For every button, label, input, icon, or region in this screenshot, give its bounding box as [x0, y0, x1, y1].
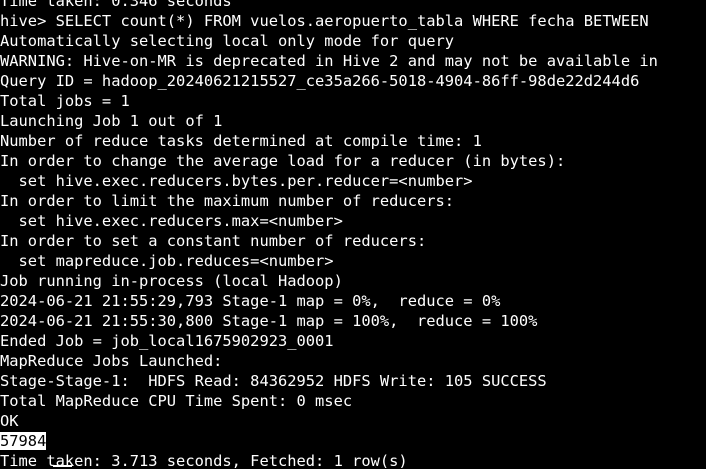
- result-value-selected[interactable]: 57984: [0, 432, 47, 450]
- terminal-line: Ended Job = job_local1675902923_0001: [0, 332, 334, 350]
- hive-query-line: hive> SELECT count(*) FROM vuelos.aeropu…: [0, 12, 649, 30]
- time-taken-line: Time taken: 3.713 seconds, Fetched: 1 ro…: [0, 452, 408, 469]
- terminal-line: Total jobs = 1: [0, 92, 130, 110]
- status-ok-line: OK: [0, 412, 19, 430]
- terminal-line: set hive.exec.reducers.max=<number>: [0, 212, 343, 230]
- result-line: 57984: [0, 431, 706, 451]
- warning-line: WARNING: Hive-on-MR is deprecated in Hiv…: [0, 52, 658, 70]
- terminal-line: Automatically selecting local only mode …: [0, 32, 455, 50]
- query-id-line: Query ID = hadoop_20240621215527_ce35a26…: [0, 72, 640, 90]
- terminal-line: In order to limit the maximum number of …: [0, 192, 455, 210]
- terminal-line: Launching Job 1 out of 1: [0, 112, 223, 130]
- terminal-line: set hive.exec.reducers.bytes.per.reducer…: [0, 172, 473, 190]
- text-cursor: [53, 465, 72, 467]
- progress-line: 2024-06-21 21:55:30,800 Stage-1 map = 10…: [0, 312, 538, 330]
- terminal-line: Job running in-process (local Hadoop): [0, 272, 343, 290]
- terminal-line: Time taken: 0.346 seconds: [0, 0, 232, 10]
- terminal-line: set mapreduce.job.reduces=<number>: [0, 252, 334, 270]
- terminal-output[interactable]: Time taken: 0.346 seconds hive> SELECT c…: [0, 0, 706, 469]
- progress-line: 2024-06-21 21:55:29,793 Stage-1 map = 0%…: [0, 292, 501, 310]
- terminal-line: MapReduce Jobs Launched:: [0, 352, 223, 370]
- terminal-line: Number of reduce tasks determined at com…: [0, 132, 482, 150]
- terminal-line: In order to change the average load for …: [0, 152, 566, 170]
- terminal-line: Stage-Stage-1: HDFS Read: 84362952 HDFS …: [0, 372, 547, 390]
- terminal-line: In order to set a constant number of red…: [0, 232, 427, 250]
- terminal-line: Total MapReduce CPU Time Spent: 0 msec: [0, 392, 353, 410]
